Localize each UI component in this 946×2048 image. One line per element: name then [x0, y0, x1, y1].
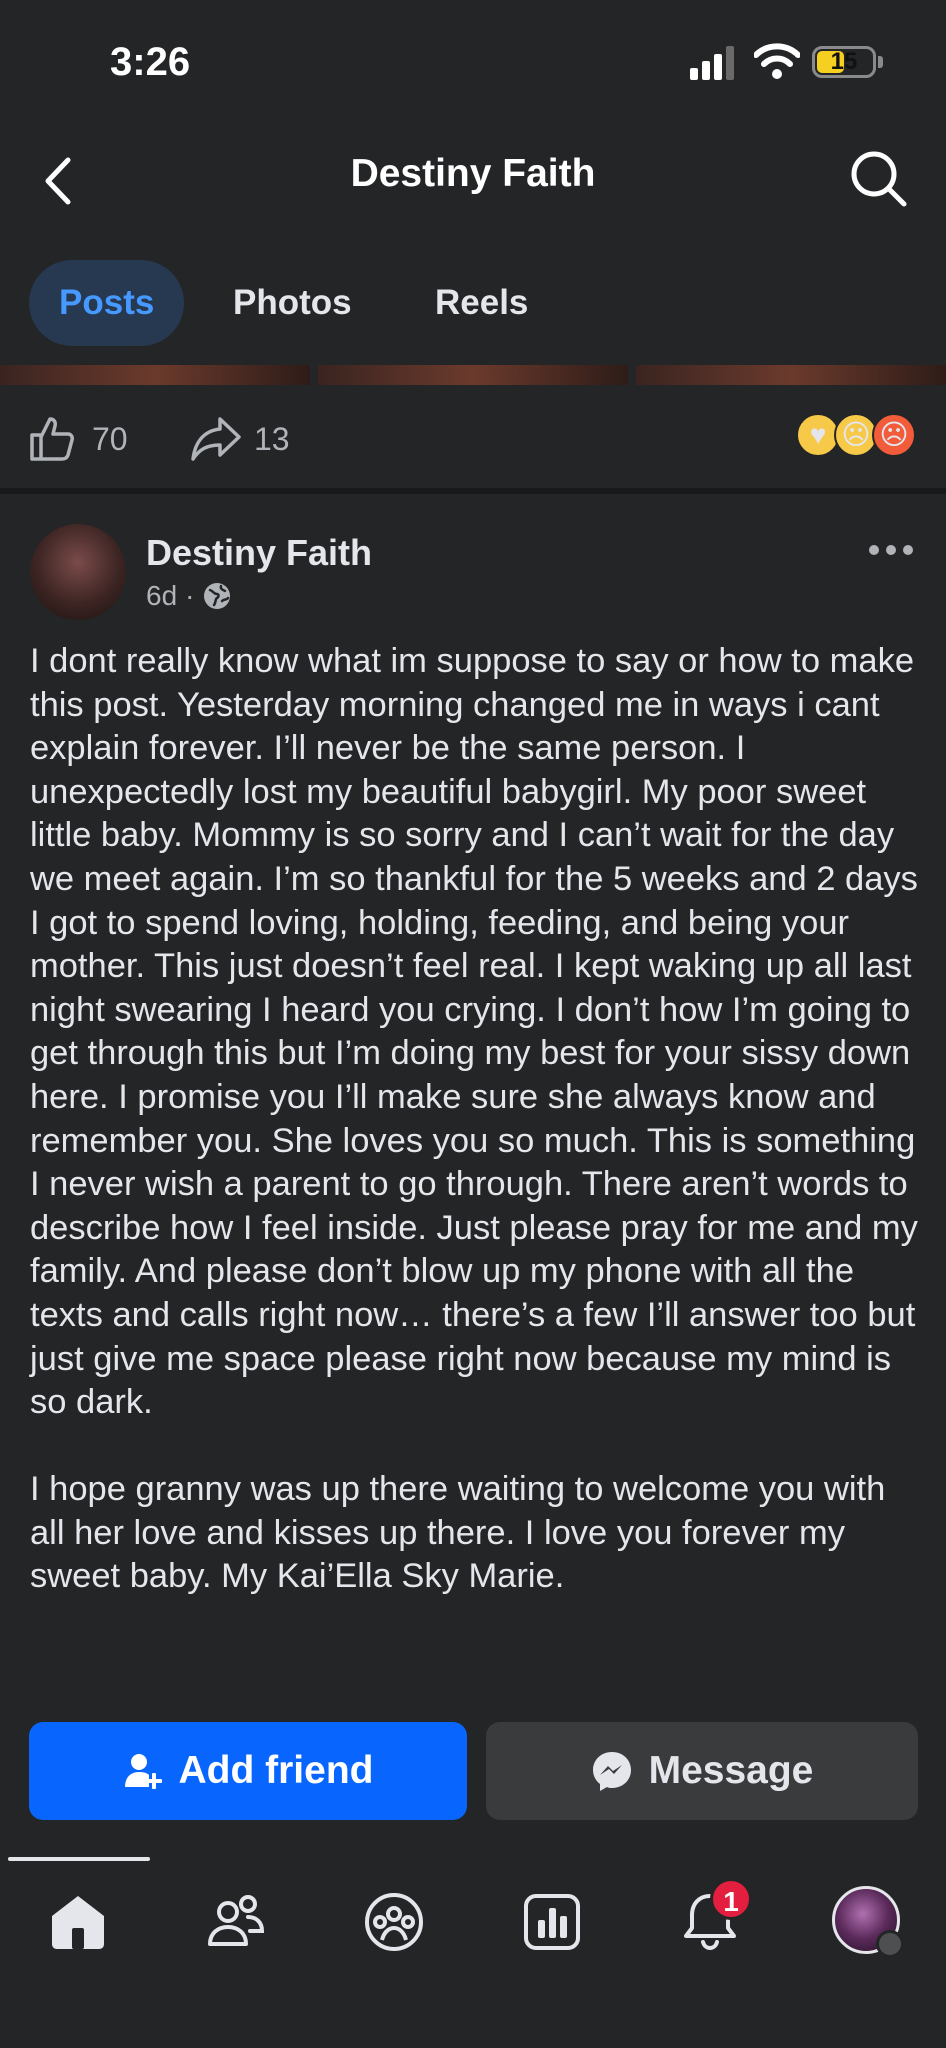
post-body: I dont really know what im suppose to sa… [30, 642, 918, 1596]
bottom-nav: 1 [0, 1870, 946, 1975]
add-friend-button[interactable]: Add friend [29, 1722, 467, 1820]
battery-level: 15 [830, 48, 858, 75]
tab-reels[interactable]: Reels [405, 260, 558, 346]
tab-posts[interactable]: Posts [29, 260, 185, 346]
tab-photos[interactable]: Photos [203, 260, 382, 346]
battery-icon: 15 [812, 46, 876, 78]
share-icon[interactable] [190, 415, 242, 461]
photo-thumbnail[interactable] [636, 365, 946, 385]
home-icon[interactable] [46, 1890, 110, 1954]
page-header: Destiny Faith [0, 130, 946, 230]
page-title: Destiny Faith [350, 152, 596, 195]
status-time: 3:26 [110, 40, 191, 84]
previous-post-photos[interactable] [0, 365, 946, 385]
add-friend-icon [124, 1754, 162, 1789]
profile-tabs: Posts Photos Reels [0, 258, 946, 348]
globe-icon [204, 583, 231, 609]
add-friend-label: Add friend [178, 1749, 374, 1792]
notification-badge[interactable]: 1 [710, 1878, 752, 1920]
avatar[interactable] [30, 524, 126, 620]
battery-tip [878, 56, 883, 68]
message-label: Message [648, 1749, 814, 1792]
message-button[interactable]: Message [486, 1722, 918, 1820]
photo-thumbnail[interactable] [318, 365, 628, 385]
previous-post-actions: 70 13 ♥ ☹ ☹ [0, 395, 946, 480]
like-icon[interactable] [28, 413, 78, 463]
dashboard-icon[interactable] [520, 1890, 584, 1954]
share-count[interactable]: 13 [254, 421, 290, 458]
signal-icon [690, 46, 734, 80]
status-bar: 3:26 15 [0, 0, 946, 120]
meta-separator: · [185, 580, 195, 611]
profile-action-buttons: Add friend Message [0, 1722, 946, 1820]
reaction-summary[interactable]: ♥ ☹ ☹ [796, 413, 920, 461]
post-author[interactable]: Destiny Faith [146, 532, 372, 574]
post-meta: 6d · [146, 580, 232, 612]
post-age[interactable]: 6d [146, 580, 177, 612]
post-header: Destiny Faith 6d · [0, 520, 946, 630]
like-count[interactable]: 70 [92, 421, 128, 458]
active-nav-indicator [8, 1857, 150, 1861]
menu-icon[interactable] [876, 1930, 904, 1958]
more-options-icon[interactable] [868, 540, 914, 560]
wifi-icon [754, 43, 800, 79]
friends-icon[interactable] [204, 1890, 268, 1954]
post-divider [0, 488, 946, 494]
messenger-icon [592, 1752, 631, 1791]
search-icon[interactable] [848, 148, 908, 208]
groups-icon[interactable] [362, 1890, 426, 1954]
photo-thumbnail[interactable] [0, 365, 310, 385]
angry-emoji-icon: ☹ [872, 413, 916, 457]
